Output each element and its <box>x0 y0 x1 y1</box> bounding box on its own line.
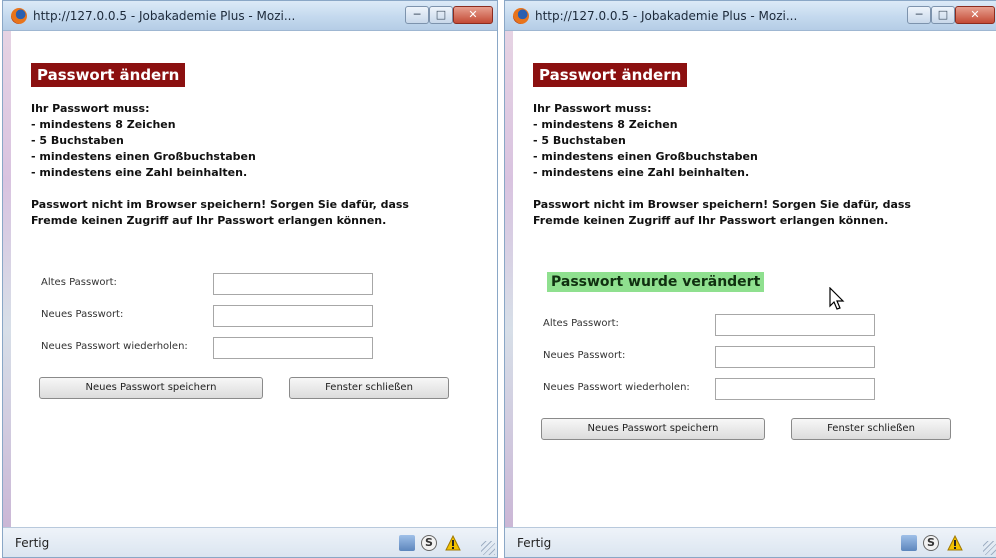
old-password-row: Altes Passwort: <box>41 273 401 303</box>
save-password-button[interactable]: Neues Passwort speichern <box>39 377 263 399</box>
close-window-button[interactable]: Fenster schließen <box>289 377 449 399</box>
rule-line: - 5 Buchstaben <box>533 134 626 147</box>
security-warning: Passwort nicht im Browser speichern! Sor… <box>533 198 911 227</box>
old-password-input[interactable] <box>715 314 875 336</box>
title-bar[interactable]: http://127.0.0.5 - Jobakademie Plus - Mo… <box>505 1 996 31</box>
resize-grip[interactable] <box>983 541 996 555</box>
title-bar[interactable]: http://127.0.0.5 - Jobakademie Plus - Mo… <box>3 1 497 31</box>
firefox-icon <box>513 8 529 24</box>
status-bar: Fertig S <box>505 527 996 557</box>
save-password-button[interactable]: Neues Passwort speichern <box>541 418 765 440</box>
status-bar: Fertig S <box>3 527 497 557</box>
repeat-password-row: Neues Passwort wiederholen: <box>41 337 401 367</box>
minimize-icon: ─ <box>413 8 421 21</box>
s-icon[interactable]: S <box>421 535 437 551</box>
page-icon[interactable] <box>901 535 917 551</box>
old-password-label: Altes Passwort: <box>41 277 117 288</box>
minimize-icon: ─ <box>915 8 923 21</box>
new-password-row: Neues Passwort: <box>543 346 903 376</box>
new-password-row: Neues Passwort: <box>41 305 401 335</box>
repeat-password-row: Neues Passwort wiederholen: <box>543 378 903 408</box>
minimize-button[interactable]: ─ <box>405 6 429 24</box>
maximize-icon: □ <box>435 8 447 21</box>
browser-window-after: http://127.0.0.5 - Jobakademie Plus - Mo… <box>504 0 996 558</box>
old-password-input[interactable] <box>213 273 373 295</box>
status-text: Fertig <box>517 536 552 550</box>
maximize-button[interactable]: □ <box>429 6 453 24</box>
rule-line: - mindestens 8 Zeichen <box>533 118 678 131</box>
close-icon: ✕ <box>970 8 980 21</box>
maximize-button[interactable]: □ <box>931 6 955 24</box>
maximize-icon: □ <box>937 8 949 21</box>
close-button[interactable]: ✕ <box>453 6 493 24</box>
mouse-cursor-icon <box>829 287 845 310</box>
rule-line: - mindestens eine Zahl beinhalten. <box>533 166 750 179</box>
page-title: Passwort ändern <box>533 63 688 87</box>
security-warning: Passwort nicht im Browser speichern! Sor… <box>31 198 409 227</box>
s-icon[interactable]: S <box>923 535 939 551</box>
close-icon: ✕ <box>468 8 478 21</box>
repeat-password-label: Neues Passwort wiederholen: <box>41 341 188 352</box>
side-strip <box>505 31 513 527</box>
window-title: http://127.0.0.5 - Jobakademie Plus - Mo… <box>33 9 296 23</box>
repeat-password-input[interactable] <box>213 337 373 359</box>
window-title: http://127.0.0.5 - Jobakademie Plus - Mo… <box>535 9 798 23</box>
rule-line: - mindestens eine Zahl beinhalten. <box>31 166 248 179</box>
new-password-input[interactable] <box>715 346 875 368</box>
password-rules: Ihr Passwort muss: - mindestens 8 Zeiche… <box>533 101 758 181</box>
old-password-label: Altes Passwort: <box>543 318 619 329</box>
rule-line: - mindestens 8 Zeichen <box>31 118 176 131</box>
rule-line: - mindestens einen Großbuchstaben <box>533 150 758 163</box>
page-title: Passwort ändern <box>31 63 186 87</box>
page-content: Passwort ändern Ihr Passwort muss: - min… <box>11 31 497 527</box>
new-password-input[interactable] <box>213 305 373 327</box>
warning-icon[interactable] <box>947 535 963 551</box>
firefox-icon <box>11 8 27 24</box>
success-message: Passwort wurde verändert <box>547 272 765 292</box>
repeat-password-input[interactable] <box>715 378 875 400</box>
status-text: Fertig <box>15 536 50 550</box>
new-password-label: Neues Passwort: <box>41 309 124 320</box>
warning-icon[interactable] <box>445 535 461 551</box>
rule-line: Ihr Passwort muss: <box>533 102 652 115</box>
password-rules: Ihr Passwort muss: - mindestens 8 Zeiche… <box>31 101 256 181</box>
side-strip <box>3 31 11 527</box>
rule-line: - mindestens einen Großbuchstaben <box>31 150 256 163</box>
browser-window-before: http://127.0.0.5 - Jobakademie Plus - Mo… <box>2 0 498 558</box>
repeat-password-label: Neues Passwort wiederholen: <box>543 382 690 393</box>
close-window-button[interactable]: Fenster schließen <box>791 418 951 440</box>
page-icon[interactable] <box>399 535 415 551</box>
rule-line: Ihr Passwort muss: <box>31 102 150 115</box>
rule-line: - 5 Buchstaben <box>31 134 124 147</box>
new-password-label: Neues Passwort: <box>543 350 626 361</box>
old-password-row: Altes Passwort: <box>543 314 903 344</box>
minimize-button[interactable]: ─ <box>907 6 931 24</box>
close-button[interactable]: ✕ <box>955 6 995 24</box>
resize-grip[interactable] <box>481 541 495 555</box>
page-content: Passwort ändern Ihr Passwort muss: - min… <box>513 31 996 527</box>
